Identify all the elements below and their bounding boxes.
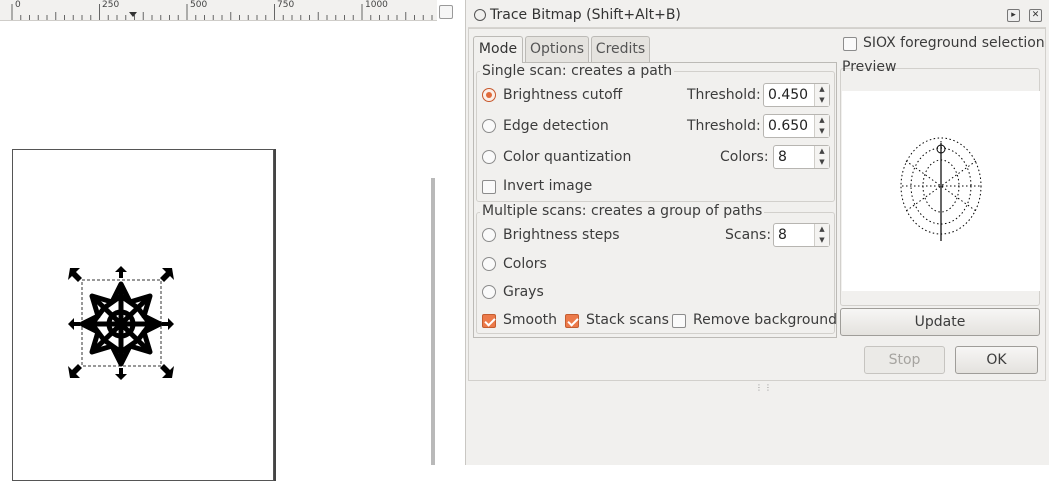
dialog-title-bar: Trace Bitmap (Shift+Alt+B) ▸ ✕ bbox=[466, 2, 1049, 26]
ruler-pointer-icon bbox=[129, 12, 137, 17]
colors-count-label: Colors: bbox=[720, 149, 769, 165]
colors-radio[interactable] bbox=[482, 257, 496, 271]
tab-mode[interactable]: Mode bbox=[473, 36, 523, 63]
color-quantization-radio[interactable] bbox=[482, 150, 496, 164]
edge-detection-label[interactable]: Edge detection bbox=[503, 118, 609, 134]
spin-arrows-icon[interactable]: ▲ ▼ bbox=[814, 224, 829, 246]
resize-handle-nw-icon bbox=[68, 268, 82, 282]
update-button[interactable]: Update bbox=[840, 308, 1040, 336]
spin-arrows-icon[interactable]: ▲ ▼ bbox=[814, 146, 829, 168]
stack-scans-label[interactable]: Stack scans bbox=[586, 312, 669, 328]
tab-options[interactable]: Options bbox=[525, 36, 589, 62]
trace-bitmap-icon bbox=[474, 9, 486, 21]
close-icon[interactable]: ✕ bbox=[1029, 9, 1042, 22]
brightness-cutoff-label[interactable]: Brightness cutoff bbox=[503, 87, 622, 103]
ruler-label-500: 500 bbox=[190, 0, 208, 10]
spin-arrows-icon[interactable]: ▲ ▼ bbox=[814, 115, 829, 137]
ruler-label-1000: 1000 bbox=[365, 0, 388, 10]
brightness-steps-radio[interactable] bbox=[482, 228, 496, 242]
edge-threshold-label: Threshold: bbox=[687, 118, 761, 134]
scale-handle-e-icon bbox=[162, 318, 174, 330]
edge-threshold-stepper[interactable]: 0.650 ▲ ▼ bbox=[763, 114, 830, 138]
preview-title: Preview bbox=[842, 59, 897, 75]
star-shape bbox=[79, 281, 163, 367]
stop-button[interactable]: Stop bbox=[864, 346, 945, 374]
brightness-steps-label[interactable]: Brightness steps bbox=[503, 227, 620, 243]
color-quantization-label[interactable]: Color quantization bbox=[503, 149, 631, 165]
resize-handle-sw-icon bbox=[68, 364, 82, 378]
trace-bitmap-dialog: Trace Bitmap (Shift+Alt+B) ▸ ✕ Mode Opti… bbox=[465, 0, 1049, 465]
single-scan-title: Single scan: creates a path bbox=[480, 63, 675, 79]
siox-checkbox[interactable] bbox=[843, 37, 857, 51]
scans-count-value[interactable]: 8 bbox=[778, 227, 787, 243]
ruler-label-250: 250 bbox=[102, 0, 120, 10]
scale-handle-s-icon bbox=[115, 368, 127, 380]
resize-handle-se-icon bbox=[160, 364, 174, 378]
grays-radio[interactable] bbox=[482, 285, 496, 299]
brightness-threshold-value[interactable]: 0.450 bbox=[768, 87, 808, 103]
edge-threshold-value[interactable]: 0.650 bbox=[768, 118, 808, 134]
resize-handle-ne-icon bbox=[160, 268, 174, 282]
multiple-scans-title: Multiple scans: creates a group of paths bbox=[480, 203, 765, 219]
scans-count-label: Scans: bbox=[725, 227, 772, 243]
drawing-canvas[interactable]: 0 250 500 750 1000 bbox=[0, 0, 465, 481]
brightness-cutoff-radio[interactable] bbox=[482, 88, 496, 102]
invert-image-label[interactable]: Invert image bbox=[503, 178, 592, 194]
smooth-checkbox[interactable] bbox=[482, 314, 496, 328]
horizontal-ruler: 0 250 500 750 1000 bbox=[0, 0, 437, 21]
selected-star-object[interactable] bbox=[60, 262, 182, 384]
ruler-label-750: 750 bbox=[277, 0, 295, 10]
dock-toggle-icon[interactable]: ▸ bbox=[1007, 9, 1020, 22]
brightness-threshold-label: Threshold: bbox=[687, 87, 761, 103]
siox-label[interactable]: SIOX foreground selection bbox=[863, 35, 1045, 51]
colors-count-stepper[interactable]: 8 ▲ ▼ bbox=[773, 145, 830, 169]
colors-count-value[interactable]: 8 bbox=[778, 149, 787, 165]
spin-arrows-icon[interactable]: ▲ ▼ bbox=[814, 84, 829, 106]
invert-image-checkbox[interactable] bbox=[482, 180, 496, 194]
grays-label[interactable]: Grays bbox=[503, 284, 544, 300]
ok-button[interactable]: OK bbox=[955, 346, 1038, 374]
ruler-label-0: 0 bbox=[15, 0, 21, 10]
dialog-title: Trace Bitmap (Shift+Alt+B) bbox=[490, 7, 681, 23]
remove-background-checkbox[interactable] bbox=[672, 314, 686, 328]
canvas-lock-icon[interactable] bbox=[439, 5, 453, 19]
trace-preview-image bbox=[842, 91, 1040, 291]
preview-trace-graphic bbox=[900, 137, 982, 241]
scale-handle-w-icon bbox=[68, 318, 80, 330]
edge-detection-radio[interactable] bbox=[482, 119, 496, 133]
vertical-scrollbar[interactable] bbox=[431, 178, 435, 465]
remove-background-label[interactable]: Remove background bbox=[693, 312, 837, 328]
resize-grip-icon[interactable]: ⋮⋮ bbox=[755, 383, 773, 392]
tab-credits[interactable]: Credits bbox=[591, 36, 650, 62]
scale-handle-n-icon bbox=[115, 266, 127, 278]
colors-label[interactable]: Colors bbox=[503, 256, 547, 272]
stack-scans-checkbox[interactable] bbox=[565, 314, 579, 328]
smooth-label[interactable]: Smooth bbox=[503, 312, 557, 328]
scans-count-stepper[interactable]: 8 ▲ ▼ bbox=[773, 223, 830, 247]
brightness-threshold-stepper[interactable]: 0.450 ▲ ▼ bbox=[763, 83, 830, 107]
